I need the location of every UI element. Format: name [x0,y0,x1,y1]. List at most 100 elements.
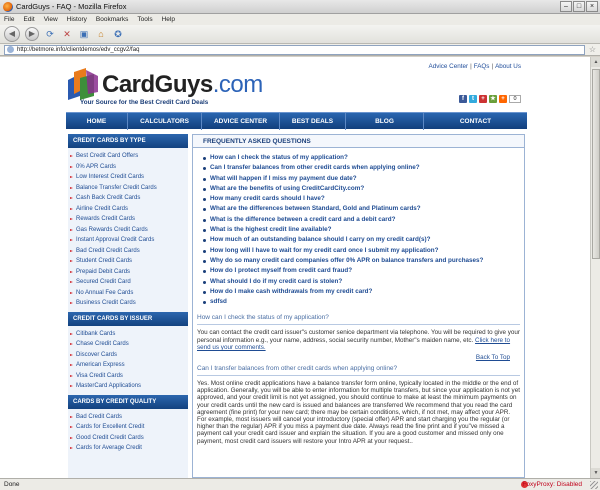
minimize-button[interactable]: – [560,1,572,12]
site-logo[interactable]: CardGuys.com [66,59,346,103]
menu-view[interactable]: View [44,16,58,23]
faq-section-title: Can I transfer balances from other credi… [197,365,398,373]
faqs-link[interactable]: FAQs [474,63,490,70]
site-identity-icon[interactable] [7,46,14,53]
sidebar-item[interactable]: Good Credit Credit Cards [68,433,188,444]
addthis-icon[interactable]: + [499,95,507,103]
nav-contact[interactable]: CONTACT [424,113,527,130]
nav-advice-center[interactable]: ADVICE CENTER [202,113,280,130]
navigation-toolbar: ◀ ▶ ⟳ ✕ ▣ ⌂ ✪ [0,25,600,44]
reload-icon[interactable]: ⟳ [44,28,56,40]
site-tagline: Your Source for the Best Credit Card Dea… [80,99,209,106]
sidebar-item[interactable]: Balance Transfer Credit Cards [68,183,188,194]
sidebar-item[interactable]: Airline Credit Cards [68,204,188,215]
resize-grip-icon[interactable] [590,481,598,489]
menu-bookmarks[interactable]: Bookmarks [96,16,129,23]
sidebar-item[interactable]: Business Credit Cards [68,298,188,309]
logo-cubes-icon [68,68,98,100]
page-viewport: Advice Center | FAQs | About Us CardGuys.com… [0,57,590,478]
faq-question-link[interactable]: What is the difference between a credit … [203,215,524,225]
sidebar-item[interactable]: Student Credit Cards [68,256,188,267]
sidebar-item[interactable]: Prepaid Debit Cards [68,267,188,278]
sidebar-item[interactable]: American Express [68,360,188,371]
address-bar: http://betmore.info/clientdemos/edv_ccgv… [0,44,600,56]
scroll-up-icon[interactable]: ▲ [591,57,600,67]
section-divider [197,324,520,326]
faq-question-link[interactable]: How many credit cards should I have? [203,194,524,204]
sidebar-item[interactable]: Chase Credit Cards [68,339,188,350]
back-button[interactable]: ◀ [4,26,20,42]
about-us-link[interactable]: About Us [495,63,521,70]
url-input[interactable]: http://betmore.info/clientdemos/edv_ccgv… [4,44,585,55]
sidebar-item[interactable]: Discover Cards [68,350,188,361]
sidebar-item[interactable]: Cash Back Credit Cards [68,193,188,204]
sidebar-item[interactable]: Gas Rewards Credit Cards [68,225,188,236]
faq-question-link[interactable]: What are the differences between Standar… [203,204,524,214]
faq-question-link[interactable]: How long will I have to wait for my cred… [203,246,524,256]
faq-question-link[interactable]: Why do so many credit card companies off… [203,256,524,266]
facebook-icon[interactable]: f [459,95,467,103]
maximize-button[interactable]: □ [573,1,585,12]
sidebar-item[interactable]: No Annual Fee Cards [68,288,188,299]
menu-edit[interactable]: Edit [23,16,34,23]
stop-icon[interactable]: ✕ [61,28,73,40]
menu-help[interactable]: Help [162,16,175,23]
window-title: CardGuys - FAQ - Mozilla Firefox [16,2,127,11]
extension-icon[interactable]: ✪ [112,28,124,40]
window-titlebar: CardGuys - FAQ - Mozilla Firefox – □ × [0,0,600,14]
nav-best-deals[interactable]: BEST DEALS [280,113,346,130]
faq-question-link[interactable]: How can I check the status of my applica… [203,153,524,163]
home-icon[interactable]: ⌂ [95,28,107,40]
sidebar-item[interactable]: Low Interest Credit Cards [68,172,188,183]
sidebar-item[interactable]: Best Credit Card Offers [68,151,188,162]
advice-center-link[interactable]: Advice Center [429,63,469,70]
faq-question-link[interactable]: What will happen if I miss my payment du… [203,174,524,184]
forward-button[interactable]: ▶ [25,27,39,41]
twitter-icon[interactable]: t [469,95,477,103]
back-to-top-link[interactable]: Back To Top [193,354,510,361]
sidebar-item[interactable]: Bad Credit Credit Cards [68,246,188,257]
nav-blog[interactable]: BLOG [346,113,424,130]
sidebar-item[interactable]: Rewards Credit Cards [68,214,188,225]
sidebar-item[interactable]: Cards for Excellent Credit [68,422,188,433]
scroll-thumb[interactable] [592,69,600,259]
faq-question-link[interactable]: sdfsd [203,297,524,307]
faq-question-link[interactable]: How do I make cash withdrawals from my c… [203,287,524,297]
sidebar-heading-type: CREDIT CARDS BY TYPE [68,134,188,148]
bookmark-page-icon[interactable]: ▣ [78,28,90,40]
scroll-down-icon[interactable]: ▼ [591,468,600,478]
site-container: Advice Center | FAQs | About Us CardGuys.com… [66,57,527,478]
faq-question-link[interactable]: What should I do if my credit card is st… [203,277,524,287]
sidebar-item[interactable]: Secured Credit Card [68,277,188,288]
nav-calculators[interactable]: CALCULATORS [128,113,202,130]
nav-home[interactable]: HOME [66,113,128,130]
faq-heading: FREQUENTLY ASKED QUESTIONS [193,135,524,148]
faq-panel: FREQUENTLY ASKED QUESTIONS How can I che… [192,134,525,478]
sidebar-item[interactable]: Visa Credit Cards [68,371,188,382]
faq-question-list: How can I check the status of my applica… [193,148,524,307]
faq-question-link[interactable]: Can I transfer balances from other credi… [203,163,524,173]
status-bar: Done FoxyProxy: Disabled [0,478,600,490]
faq-question-link[interactable]: What are the benefits of using CreditCar… [203,184,524,194]
sidebar-item[interactable]: Bad Credit Cards [68,412,188,423]
faq-question-link[interactable]: How much of an outstanding balance shoul… [203,235,524,245]
bookmark-star-icon[interactable]: ☆ [589,45,596,54]
sidebar-heading-issuer: CREDIT CARDS BY ISSUER [68,311,188,326]
sidebar-item[interactable]: Citibank Cards [68,329,188,340]
firefox-icon [3,1,13,12]
sidebar-item[interactable]: Cards for Average Credit [68,443,188,454]
faq-question-link[interactable]: How do I protect myself from credit card… [203,266,524,276]
menu-file[interactable]: File [4,16,14,23]
share-icon[interactable]: + [479,95,487,103]
menu-history[interactable]: History [67,16,87,23]
vertical-scrollbar[interactable]: ▲ ▼ [590,57,600,478]
menu-tools[interactable]: Tools [137,16,152,23]
sidebar-item[interactable]: 0% APR Cards [68,162,188,173]
foxyproxy-status[interactable]: FoxyProxy: Disabled [522,479,582,490]
sidebar-item[interactable]: Instant Approval Credit Cards [68,235,188,246]
close-button[interactable]: × [586,1,598,12]
sidebar-item[interactable]: MasterCard Applications [68,381,188,392]
url-text: http://betmore.info/clientdemos/edv_ccgv… [17,46,140,53]
faq-question-link[interactable]: What is the highest credit line availabl… [203,225,524,235]
bookmark-share-icon[interactable]: ★ [489,95,497,103]
